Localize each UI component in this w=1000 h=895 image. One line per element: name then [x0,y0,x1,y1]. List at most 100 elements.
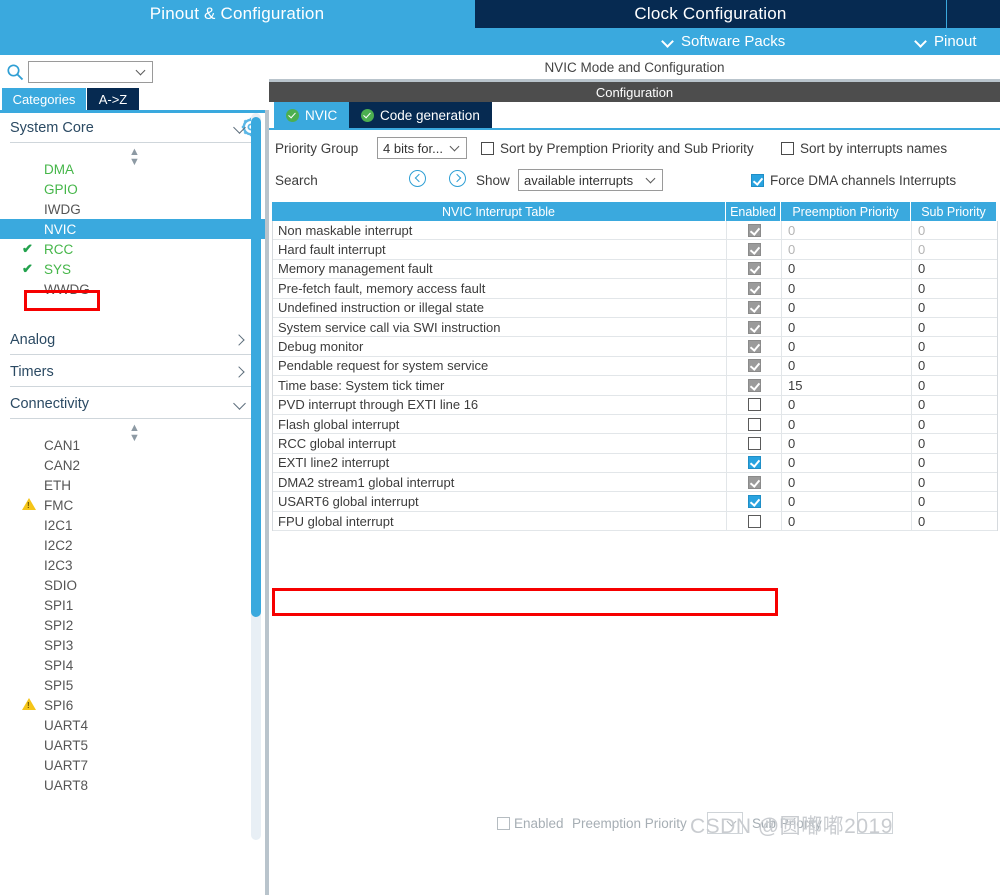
table-row[interactable]: DMA2 stream1 global interrupt 0 0 [273,473,997,493]
cell-sub-priority[interactable]: 0 [912,396,997,414]
tab-project-manager[interactable] [947,0,1000,28]
sidebar-item-sys[interactable]: ✔ SYS [0,259,268,279]
scroll-spinner-icon[interactable]: ▲ ▼ [0,143,268,168]
search-prev-icon[interactable] [409,170,426,187]
cell-enabled[interactable] [727,240,782,259]
enabled-checkbox[interactable] [747,495,761,509]
cell-enabled[interactable] [727,395,782,414]
cell-preemption-priority[interactable]: 0 [782,298,912,317]
sidebar-item-eth[interactable]: ETH [0,475,268,495]
bottom-enabled-checkbox[interactable] [497,817,510,830]
sidebar-item-uart8[interactable]: UART8 [0,775,268,795]
cell-sub-priority[interactable]: 0 [912,434,997,452]
category-list[interactable]: System Core ▲ ▼ DMA GPIO IWDG NVIC ✔ RCC ✔ SYS WWDG… [0,113,268,840]
sidebar-item-spi3[interactable]: SPI3 [0,635,268,655]
sidebar-item-spi2[interactable]: SPI2 [0,615,268,635]
cell-enabled[interactable] [727,511,782,531]
search-next-icon[interactable] [449,170,466,187]
table-row[interactable]: Undefined instruction or illegal state 0 0 [273,298,997,318]
sidebar-item-fmc[interactable]: FMC [0,495,268,515]
cell-preemption-priority[interactable]: 0 [782,356,912,376]
cell-enabled[interactable] [727,453,782,473]
cell-enabled[interactable] [727,414,782,434]
cell-enabled[interactable] [727,356,782,376]
menu-pinout[interactable]: Pinout [916,28,977,55]
sidebar-item-can2[interactable]: CAN2 [0,455,268,475]
table-row[interactable]: Flash global interrupt 0 0 [273,414,997,435]
sidebar-item-spi1[interactable]: SPI1 [0,595,268,615]
table-row[interactable]: Time base: System tick timer 15 0 [273,376,997,396]
sidebar-item-uart5[interactable]: UART5 [0,735,268,755]
cell-enabled[interactable] [727,259,782,279]
sidebar-item-wwdg[interactable]: WWDG [0,279,268,299]
section-header-timers[interactable]: Timers [10,357,258,387]
scroll-spinner-icon[interactable]: ▲ ▼ [0,419,268,444]
table-row[interactable]: System service call via SWI instruction 0… [273,317,997,338]
sidebar-item-sdio[interactable]: SDIO [0,575,268,595]
cell-sub-priority[interactable]: 0 [912,454,997,472]
force-dma-checkbox[interactable] [751,174,764,187]
cell-enabled[interactable] [727,298,782,317]
cell-preemption-priority[interactable]: 0 [782,279,912,298]
cell-sub-priority[interactable]: 0 [912,299,997,317]
cell-preemption-priority[interactable]: 0 [782,492,912,511]
cell-enabled[interactable] [727,221,782,240]
cell-sub-priority[interactable]: 0 [912,512,997,530]
sidebar-item-spi4[interactable]: SPI4 [0,655,268,675]
cell-preemption-priority[interactable]: 0 [782,240,912,259]
sidebar-item-gpio[interactable]: GPIO [0,179,268,199]
table-row[interactable]: EXTI line2 interrupt 0 0 [273,453,997,474]
enabled-checkbox[interactable] [747,436,761,450]
menu-software-packs[interactable]: Software Packs [663,28,785,55]
enabled-checkbox[interactable] [747,398,761,412]
sidebar-item-rcc[interactable]: ✔ RCC [0,239,268,259]
cell-preemption-priority[interactable]: 0 [782,259,912,279]
column-header-sub-priority[interactable]: Sub Priority [911,202,996,221]
cell-preemption-priority[interactable]: 0 [782,337,912,356]
table-row[interactable]: Debug monitor 0 0 [273,337,997,357]
enabled-checkbox[interactable] [747,514,761,528]
cell-preemption-priority[interactable]: 0 [782,317,912,337]
sidebar-item-can1[interactable]: CAN1 [0,435,268,455]
cell-preemption-priority[interactable]: 0 [782,414,912,434]
table-row[interactable]: Non maskable interrupt 0 0 [273,221,997,241]
cell-preemption-priority[interactable]: 15 [782,376,912,395]
cell-sub-priority[interactable]: 0 [912,221,997,239]
show-filter-select[interactable]: available interrupts [518,169,663,191]
priority-group-select[interactable]: 4 bits for... [377,137,467,159]
cell-preemption-priority[interactable]: 0 [782,453,912,473]
sidebar-item-i2c3[interactable]: I2C3 [0,555,268,575]
tab-nvic[interactable]: NVIC [274,102,350,128]
cell-sub-priority[interactable]: 0 [912,240,997,258]
cell-sub-priority[interactable]: 0 [912,376,997,394]
table-row[interactable]: Pendable request for system service 0 0 [273,356,997,377]
cell-preemption-priority[interactable]: 0 [782,395,912,414]
sidebar-item-spi5[interactable]: SPI5 [0,675,268,695]
sidebar-item-dma[interactable]: DMA [0,159,268,179]
table-row[interactable]: Memory management fault 0 0 [273,259,997,280]
cell-enabled[interactable] [727,473,782,492]
cell-sub-priority[interactable]: 0 [912,492,997,510]
column-header-name[interactable]: NVIC Interrupt Table [272,202,726,221]
sidebar-item-iwdg[interactable]: IWDG [0,199,268,219]
column-header-preemption-priority[interactable]: Preemption Priority [781,202,911,221]
sidebar-item-i2c2[interactable]: I2C2 [0,535,268,555]
cell-preemption-priority[interactable]: 0 [782,221,912,240]
section-header-system-core[interactable]: System Core [10,113,258,143]
cell-sub-priority[interactable]: 0 [912,318,997,336]
sidebar-item-uart7[interactable]: UART7 [0,755,268,775]
section-header-connectivity[interactable]: Connectivity [10,389,258,419]
cell-sub-priority[interactable]: 0 [912,337,997,355]
tab-categories[interactable]: Categories [2,88,86,110]
enabled-checkbox[interactable] [747,456,761,470]
cell-sub-priority[interactable]: 0 [912,260,997,278]
search-input[interactable] [28,61,153,83]
enabled-checkbox[interactable] [747,417,761,431]
cell-preemption-priority[interactable]: 0 [782,511,912,531]
sort-by-preemption-checkbox[interactable] [481,142,494,155]
sidebar-item-spi6[interactable]: SPI6 [0,695,268,715]
cell-enabled[interactable] [727,492,782,511]
cell-enabled[interactable] [727,337,782,356]
cell-preemption-priority[interactable]: 0 [782,434,912,453]
table-row[interactable]: USART6 global interrupt 0 0 [273,492,997,512]
